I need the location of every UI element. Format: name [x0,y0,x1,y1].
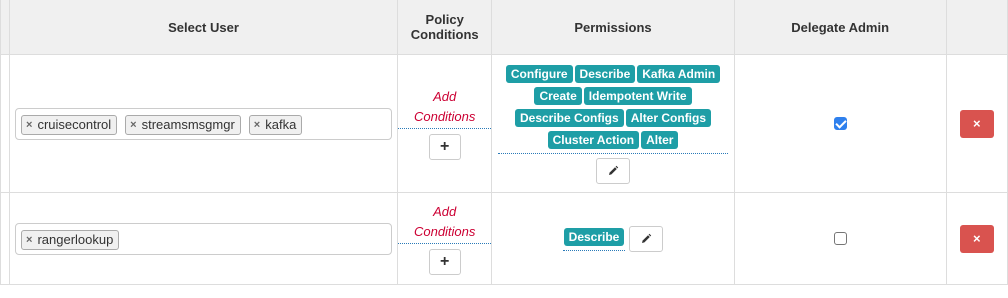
user-chip-label: kafka [265,117,297,132]
delegate-admin-cell [733,192,947,285]
remove-chip-icon[interactable]: × [254,119,260,131]
remove-chip-icon[interactable]: × [26,234,32,246]
user-chip: × cruisecontrol [21,114,118,135]
pencil-icon [609,165,619,175]
permission-badge: Create [534,87,582,105]
user-select-input[interactable]: × cruisecontrol × streamsmsgmgr × kafka [15,107,392,140]
permissions-list[interactable]: Configure Describe Kafka Admin Create Idemp… [498,63,729,154]
permission-badge: Describe Configs [514,109,624,127]
close-icon: × [973,116,981,131]
header-select-user: Select User [9,0,398,55]
permission-badge: Idempotent Write [583,87,692,105]
pencil-icon [642,233,652,243]
policy-conditions-cell: Add Conditions + [396,192,493,285]
permission-badge: Alter Configs [625,109,712,127]
table-row: × cruisecontrol × streamsmsgmgr × kafka Add… [0,54,1008,193]
select-user-cell: × cruisecontrol × streamsmsgmgr × kafka [9,54,398,193]
permissions-badge-wrap[interactable]: Describe [562,226,626,251]
table-header-row: Select User Policy Conditions Permission… [0,0,1008,55]
delete-row-button[interactable]: × [959,109,994,138]
user-chip-label: streamsmsgmgr [141,117,235,132]
actions-cell: × [945,54,1008,193]
permission-badge: Describe [563,228,625,246]
policy-items-table: Select User Policy Conditions Permission… [0,0,1008,285]
user-chip: × rangerlookup [21,229,120,250]
user-chip-label: rangerlookup [37,232,114,247]
header-delegate-admin: Delegate Admin [733,0,947,55]
select-user-cell: × rangerlookup [9,192,398,285]
header-spacer [0,0,11,55]
header-permissions: Permissions [491,0,735,55]
add-conditions-link[interactable]: Add Conditions [397,202,492,244]
row-spacer [0,192,11,285]
edit-permissions-button[interactable] [629,225,664,252]
user-chip-label: cruisecontrol [37,117,112,132]
user-chip: × kafka [248,114,303,135]
delegate-admin-checkbox[interactable] [833,116,847,130]
policy-conditions-cell: Add Conditions + [396,54,493,193]
header-actions [945,0,1008,55]
user-chip: × streamsmsgmgr [125,114,241,135]
add-condition-button[interactable]: + [428,134,461,160]
close-icon: × [973,231,981,246]
permission-badge: Cluster Action [547,131,640,149]
header-policy-conditions: Policy Conditions [396,0,493,55]
row-spacer [0,54,11,193]
actions-cell: × [945,192,1008,285]
plus-icon: + [440,138,450,155]
plus-icon: + [440,253,450,270]
remove-chip-icon[interactable]: × [130,119,136,131]
permissions-cell: Describe [491,192,735,285]
table-row: × rangerlookup Add Conditions + Describe [0,192,1008,285]
delete-row-button[interactable]: × [959,224,994,253]
permission-badge: Kafka Admin [637,65,721,83]
permission-badge: Alter [641,131,679,149]
permission-badge: Configure [505,65,573,83]
delegate-admin-checkbox[interactable] [833,231,847,245]
remove-chip-icon[interactable]: × [26,119,32,131]
add-conditions-link[interactable]: Add Conditions [397,87,492,129]
add-condition-button[interactable]: + [428,249,461,275]
user-select-input[interactable]: × rangerlookup [15,222,392,255]
permission-badge: Describe [574,65,636,83]
edit-permissions-button[interactable] [596,158,631,184]
permissions-list: Describe [562,225,664,252]
delegate-admin-cell [733,54,947,193]
permissions-cell: Configure Describe Kafka Admin Create Idemp… [491,54,735,193]
